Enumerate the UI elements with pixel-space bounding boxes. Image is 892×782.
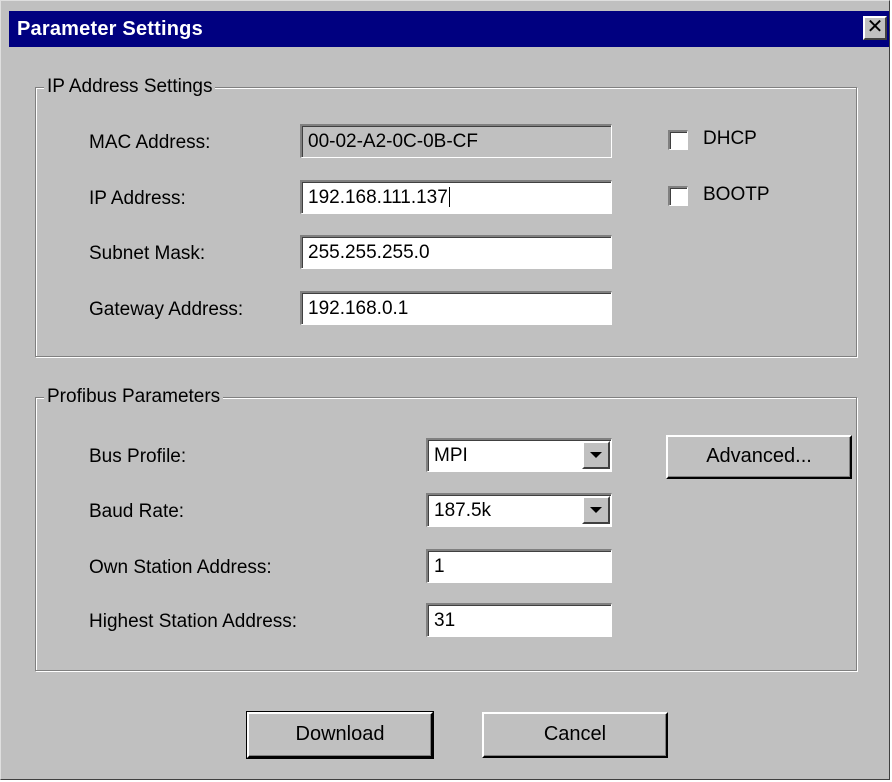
close-button[interactable]: ✕ [863, 16, 887, 40]
title-bar[interactable]: Parameter Settings ✕ [9, 11, 889, 47]
ip-address-label: IP Address: [89, 188, 186, 209]
chevron-down-icon[interactable] [582, 441, 610, 469]
bootp-checkbox[interactable] [668, 186, 688, 206]
mac-address-label: MAC Address: [89, 132, 211, 153]
baud-rate-label: Baud Rate: [89, 501, 185, 522]
ip-address-input[interactable]: 192.168.111.137 [300, 180, 612, 214]
baud-rate-value: 187.5k [434, 500, 492, 521]
own-station-address-input[interactable]: 1 [426, 549, 612, 583]
dhcp-checkbox[interactable] [668, 130, 688, 150]
ip-address-value: 192.168.111.137 [308, 187, 448, 208]
bootp-label[interactable]: BOOTP [703, 184, 770, 206]
ip-group-legend: IP Address Settings [44, 76, 216, 98]
profibus-parameters-group: Profibus Parameters Bus Profile: MPI Bau… [35, 386, 857, 671]
subnet-mask-label: Subnet Mask: [89, 243, 206, 264]
download-button-label: Download [295, 723, 385, 745]
ip-address-settings-group: IP Address Settings MAC Address: 00-02-A… [35, 76, 857, 357]
dialog-title: Parameter Settings [17, 18, 203, 40]
bus-profile-label: Bus Profile: [89, 446, 187, 467]
bus-profile-value: MPI [434, 445, 468, 466]
cancel-button-label: Cancel [543, 723, 607, 745]
text-caret [448, 187, 450, 207]
parameter-settings-dialog: Parameter Settings ✕ IP Address Settings… [0, 0, 890, 780]
chevron-down-icon[interactable] [582, 496, 610, 524]
gateway-address-label: Gateway Address: [89, 299, 244, 320]
close-icon: ✕ [866, 16, 884, 38]
download-button[interactable]: Download [246, 711, 434, 759]
mac-address-field: 00-02-A2-0C-0B-CF [300, 124, 612, 158]
highest-station-address-label: Highest Station Address: [89, 611, 298, 632]
cancel-button[interactable]: Cancel [482, 712, 668, 758]
advanced-button[interactable]: Advanced... [666, 435, 852, 479]
gateway-address-input[interactable]: 192.168.0.1 [300, 291, 612, 325]
highest-station-address-input[interactable]: 31 [426, 603, 612, 637]
bus-profile-select[interactable]: MPI [426, 438, 612, 472]
baud-rate-select[interactable]: 187.5k [426, 493, 612, 527]
profibus-group-legend: Profibus Parameters [44, 386, 224, 408]
own-station-address-label: Own Station Address: [89, 557, 272, 578]
dhcp-label[interactable]: DHCP [703, 128, 757, 150]
subnet-mask-input[interactable]: 255.255.255.0 [300, 235, 612, 269]
advanced-button-label: Advanced... [706, 445, 812, 467]
